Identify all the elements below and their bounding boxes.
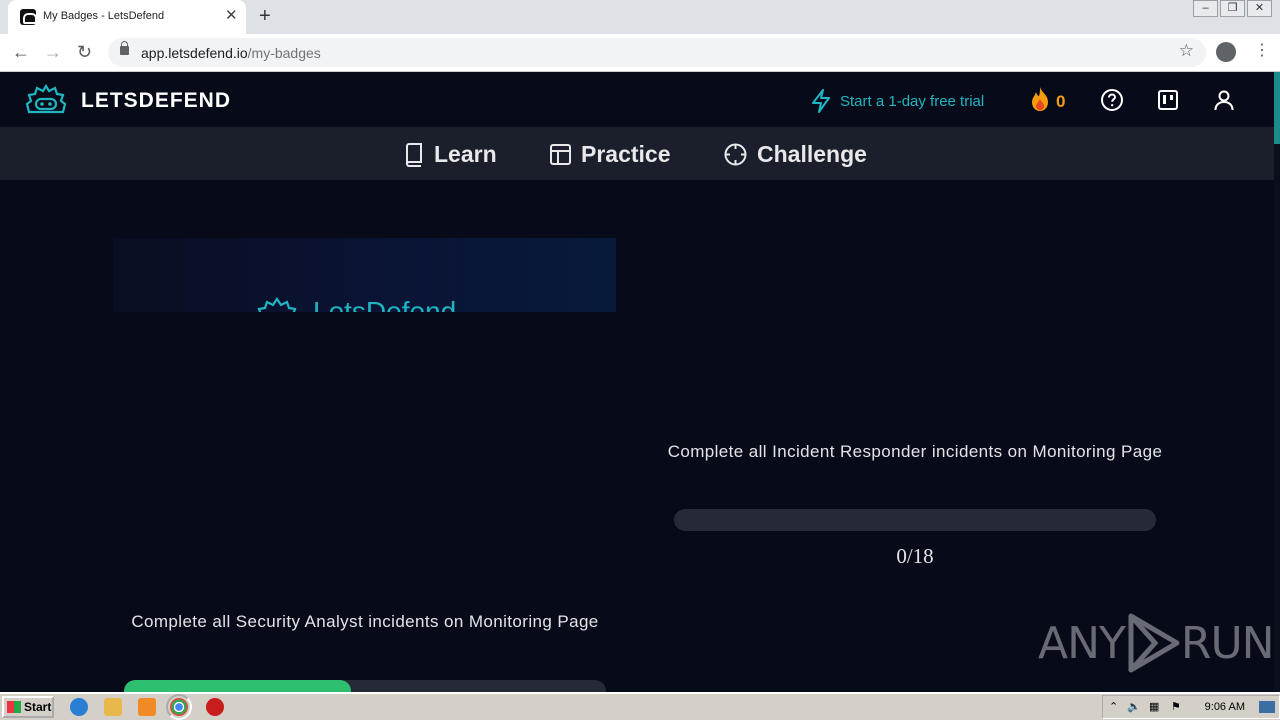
windows-logo-icon [7,701,21,713]
crosshair-icon [724,143,747,166]
badge-progress-count: 0/18 [896,544,934,568]
nav-challenge-label: Challenge [757,141,867,167]
book-icon [406,142,422,167]
site-header: LETSDEFEND Start a 1-day free trial 0 [0,72,1274,127]
browser-tab[interactable]: My Badges - LetsDefend ✕ [8,0,246,34]
streak-counter[interactable]: 0 [1028,86,1065,112]
badge-progress-bar [674,509,1156,531]
start-label: Start [24,700,52,714]
file-explorer-icon[interactable] [104,698,122,716]
close-window-button[interactable]: ✕ [1247,0,1272,17]
new-tab-button[interactable]: + [259,5,271,27]
watermark-text-right: RUN [1180,617,1275,669]
volume-icon[interactable]: 🔈 [1127,700,1141,713]
play-triangle-icon [1128,613,1180,673]
chrome-icon[interactable] [166,694,192,720]
main-navigation: Learn Practice Challenge [0,127,1274,180]
profile-avatar-icon[interactable] [1216,42,1236,62]
free-trial-link[interactable]: Start a 1-day free trial [810,89,984,113]
nav-practice-label: Practice [581,141,671,167]
browser-tab-strip: My Badges - LetsDefend ✕ + – ❐ ✕ [0,0,1280,34]
nav-learn[interactable]: Learn [404,141,497,168]
opera-icon[interactable] [206,698,224,716]
url-host: app.letsdefend.io [141,45,248,61]
user-account-icon[interactable] [1212,88,1236,112]
layout-icon [550,144,571,165]
letsdefend-logo-icon[interactable] [25,84,67,116]
browser-menu-icon[interactable]: ⋮ [1254,41,1270,61]
system-tray: ⌃ 🔈 ▦ ⚑ 9:06 AM [1102,695,1280,719]
minimize-button[interactable]: – [1193,0,1218,17]
address-bar[interactable]: app.letsdefend.io/my-badges ☆ [108,38,1206,67]
show-hidden-icons-icon[interactable]: ⌃ [1109,700,1118,713]
scrollbar-thumb[interactable] [1274,72,1280,144]
page-scrollbar[interactable] [1274,72,1280,692]
watermark-text-left: ANY [1038,617,1126,669]
streak-count: 0 [1056,92,1066,111]
help-icon[interactable] [1100,88,1124,112]
badge-image-text: LetsDefend [313,296,457,312]
free-trial-label: Start a 1-day free trial [840,92,985,110]
back-arrow-icon[interactable]: ← [12,41,30,63]
nav-learn-label: Learn [434,141,497,167]
logo-text[interactable]: LETSDEFEND [81,89,231,113]
badge-image: LetsDefend [113,238,616,312]
taskbar-clock: 9:06 AM [1204,701,1245,713]
badge-progress-bar [124,680,606,692]
letsdefend-page: LETSDEFEND Start a 1-day free trial 0 Le… [0,72,1280,692]
nav-challenge[interactable]: Challenge [724,141,867,168]
action-center-flag-icon[interactable]: ⚑ [1171,700,1181,713]
reload-icon[interactable]: ↻ [77,41,92,63]
letsdefend-favicon-icon [20,9,37,25]
maximize-button[interactable]: ❐ [1220,0,1245,17]
bookmark-star-icon[interactable]: ☆ [1179,41,1194,61]
badge-description: Complete all Security Analyst incidents … [131,612,599,631]
letsdefend-badge-logo-icon [257,297,297,312]
browser-toolbar: ← → ↻ app.letsdefend.io/my-badges ☆ ⋮ [0,34,1280,72]
forward-arrow-icon[interactable]: → [44,41,62,63]
lightning-icon [812,89,830,113]
fire-icon [1032,87,1048,111]
show-desktop-icon[interactable] [1259,701,1275,713]
badge-progress-fill [124,680,351,692]
url-path: /my-badges [247,45,321,61]
media-player-icon[interactable] [138,698,156,716]
lock-icon [120,41,129,55]
tab-title: My Badges - LetsDefend [43,10,165,22]
network-icon[interactable]: ▦ [1149,700,1159,713]
nav-practice[interactable]: Practice [550,141,671,168]
anyrun-watermark: ANY RUN [1038,612,1275,674]
badge-description: Complete all Incident Responder incident… [667,442,1163,461]
close-tab-icon[interactable]: ✕ [225,8,238,24]
url-text: app.letsdefend.io/my-badges [141,45,321,61]
windows-taskbar: Start ⌃ 🔈 ▦ ⚑ 9:06 AM [0,692,1280,720]
kanban-board-icon[interactable] [1156,88,1180,112]
window-controls: – ❐ ✕ [1191,0,1272,17]
internet-explorer-icon[interactable] [70,698,88,716]
start-button[interactable]: Start [2,696,54,718]
